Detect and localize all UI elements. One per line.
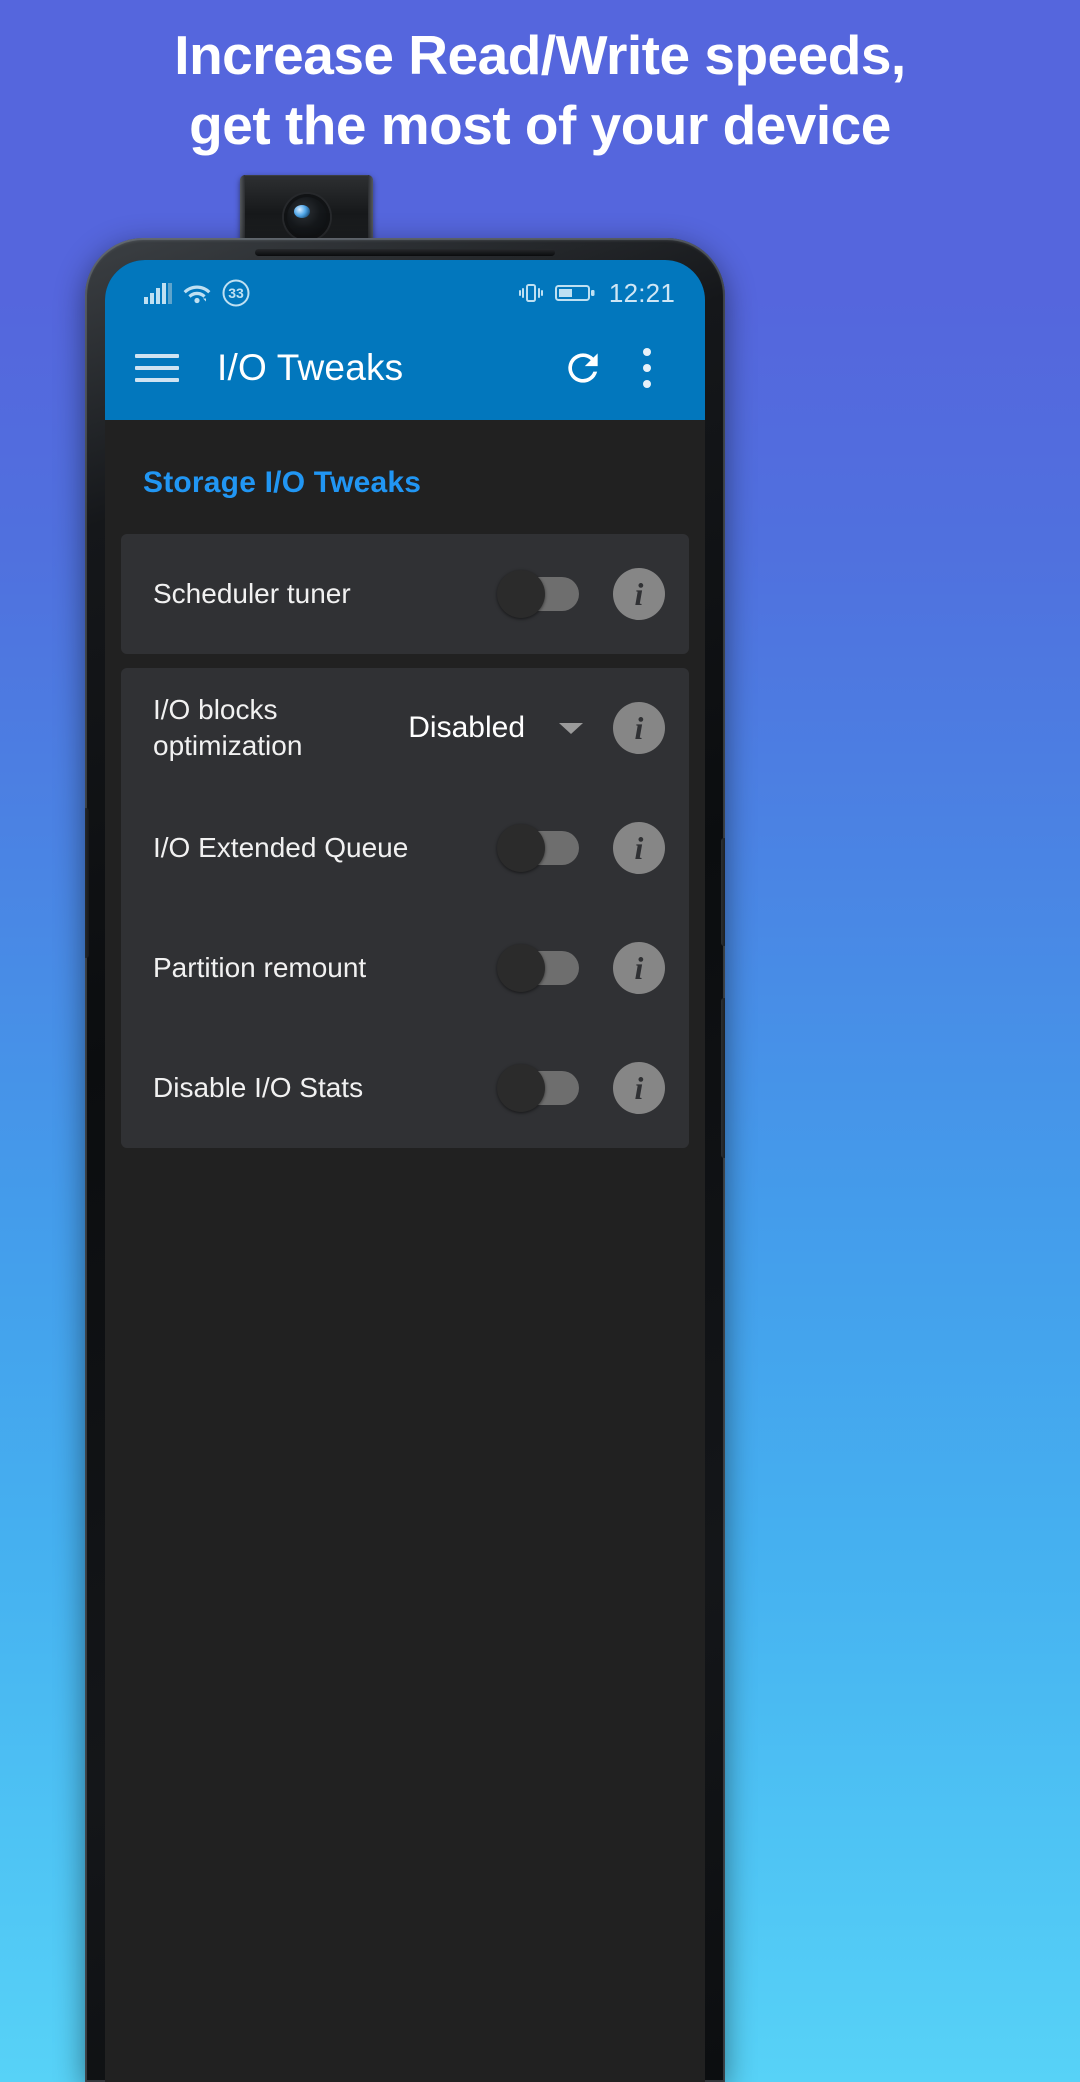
overflow-menu-button[interactable] <box>615 348 679 388</box>
info-icon[interactable]: i <box>613 1062 665 1114</box>
info-icon[interactable]: i <box>613 568 665 620</box>
setting-row-io-blocks-optimization[interactable]: I/O blocks optimization Disabled i <box>121 668 689 788</box>
data-badge-icon: 33 <box>222 279 250 307</box>
more-vertical-icon <box>643 348 651 388</box>
setting-label: Scheduler tuner <box>153 578 351 610</box>
toggle-io-extended-queue[interactable] <box>497 824 579 872</box>
refresh-button[interactable] <box>551 346 615 390</box>
toggle-thumb <box>497 1064 545 1112</box>
status-bar-clock: 12:21 <box>608 277 675 308</box>
promo-headline-line-2: get the most of your device <box>189 94 891 157</box>
status-bar-right: 12:21 <box>516 278 675 309</box>
section-title: Storage I/O Tweaks <box>143 466 422 499</box>
cellular-signal-icon <box>144 283 172 304</box>
phone-screen: 33 12:21 I/O Tweaks Storage I/O Tweaks S… <box>105 260 705 2082</box>
phone-mockup: 33 12:21 I/O Tweaks Storage I/O Tweaks S… <box>85 175 725 2082</box>
wifi-icon <box>183 285 211 304</box>
info-icon[interactable]: i <box>613 822 665 874</box>
setting-row-disable-io-stats[interactable]: Disable I/O Stats i <box>121 1028 689 1148</box>
setting-label: I/O Extended Queue <box>153 832 409 864</box>
app-bar: I/O Tweaks <box>105 316 705 420</box>
status-bar-left: 33 <box>143 278 251 308</box>
promo-headline-line-1: Increase Read/Write speeds, <box>174 24 906 86</box>
data-badge-value: 33 <box>228 285 244 301</box>
earpiece-speaker <box>255 249 555 256</box>
toggle-disable-io-stats[interactable] <box>497 1064 579 1112</box>
dropdown-value: Disabled <box>408 711 525 744</box>
info-icon[interactable]: i <box>613 702 665 754</box>
page-title: I/O Tweaks <box>217 347 404 388</box>
vibrate-icon <box>518 284 543 302</box>
left-side-button[interactable] <box>85 808 89 958</box>
setting-label: Disable I/O Stats <box>153 1072 364 1104</box>
settings-card: I/O blocks optimization Disabled i I/O E… <box>121 668 689 1148</box>
battery-icon <box>554 285 595 301</box>
setting-label: I/O blocks optimization <box>153 694 303 761</box>
chevron-down-icon <box>559 722 583 734</box>
info-icon[interactable]: i <box>613 942 665 994</box>
volume-button[interactable] <box>721 998 725 1158</box>
toggle-thumb <box>497 944 545 992</box>
hamburger-menu-icon[interactable] <box>135 351 179 385</box>
setting-row-partition-remount[interactable]: Partition remount i <box>121 908 689 1028</box>
dropdown-io-blocks-optimization[interactable]: Disabled <box>408 711 583 745</box>
setting-label: Partition remount <box>153 952 367 984</box>
setting-row-io-extended-queue[interactable]: I/O Extended Queue i <box>121 788 689 908</box>
phone-body: 33 12:21 I/O Tweaks Storage I/O Tweaks S… <box>85 238 725 2082</box>
toggle-thumb <box>497 824 545 872</box>
toggle-thumb <box>497 570 545 618</box>
status-bar: 33 12:21 <box>105 260 705 316</box>
settings-card: Scheduler tuner i <box>121 534 689 654</box>
settings-content: Storage I/O Tweaks Scheduler tuner i I/O… <box>105 420 705 2082</box>
toggle-partition-remount[interactable] <box>497 944 579 992</box>
toggle-scheduler-tuner[interactable] <box>497 570 579 618</box>
promo-headline: Increase Read/Write speeds, get the most… <box>0 0 1080 161</box>
refresh-icon <box>568 353 598 383</box>
setting-row-scheduler-tuner[interactable]: Scheduler tuner i <box>121 534 689 654</box>
camera-lens-icon <box>283 194 330 240</box>
power-button[interactable] <box>721 838 725 946</box>
